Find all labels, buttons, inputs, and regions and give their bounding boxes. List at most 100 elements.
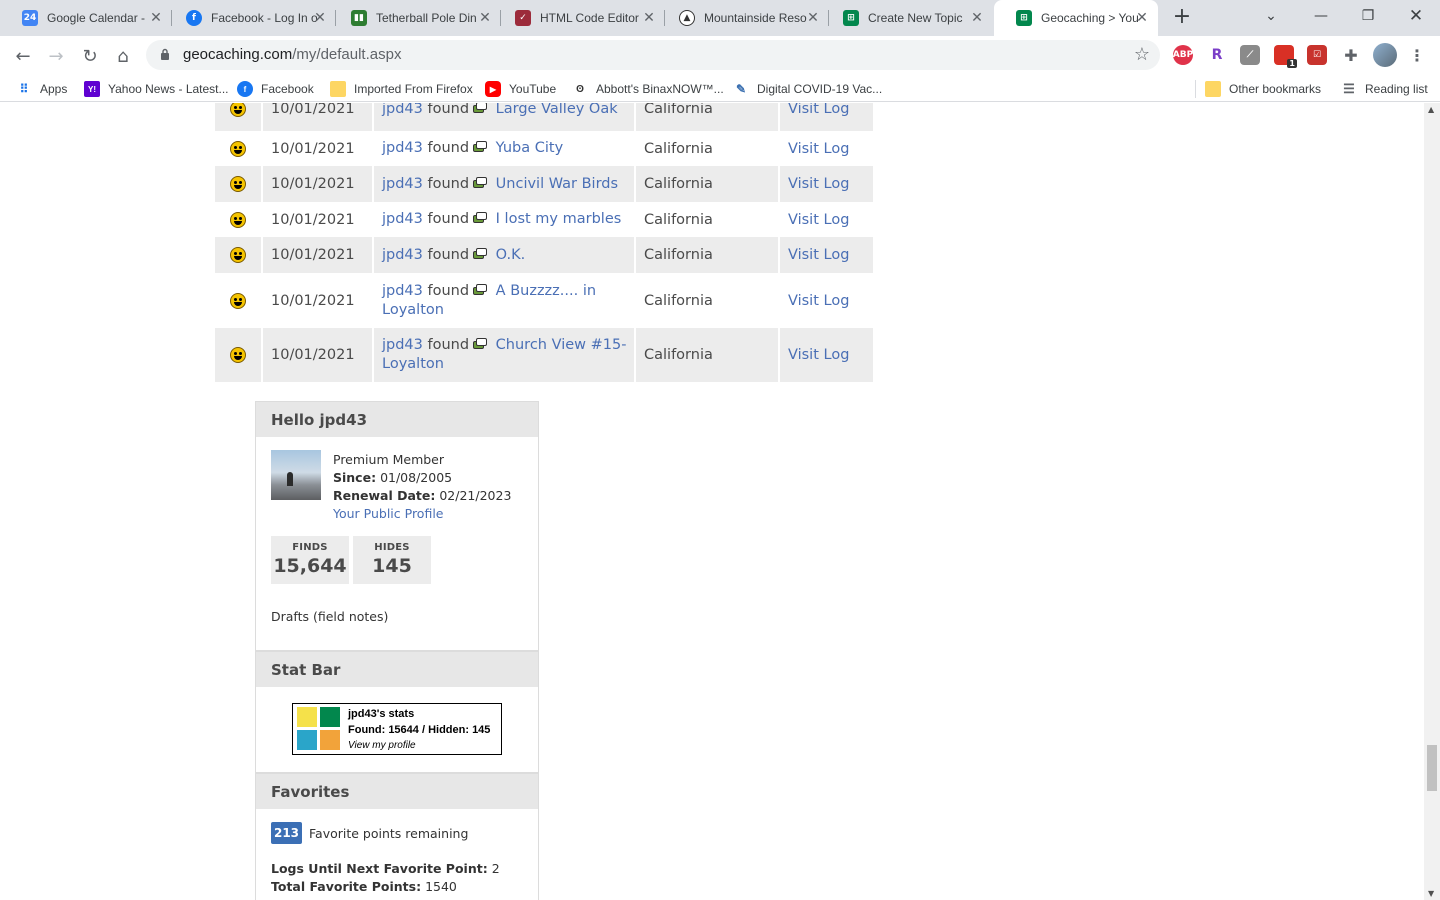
folder-icon bbox=[1205, 81, 1221, 97]
tab-facebook[interactable]: f Facebook - Log In o ✕ bbox=[164, 0, 336, 36]
visit-log-link[interactable]: Visit Log bbox=[788, 293, 849, 309]
geocaching-icon: ⊞ bbox=[1016, 10, 1032, 26]
public-profile-link[interactable]: Your Public Profile bbox=[333, 505, 511, 523]
log-date: 10/01/2021 bbox=[263, 237, 374, 273]
profile-panel: Hello jpd43 Premium Member Since: 01/08/… bbox=[255, 401, 539, 651]
close-icon[interactable]: ✕ bbox=[148, 10, 164, 26]
visit-log-link[interactable]: Visit Log bbox=[788, 347, 849, 363]
extensions-puzzle-icon[interactable]: ✚ bbox=[1341, 45, 1361, 65]
scroll-up-arrow[interactable]: ▲ bbox=[1428, 105, 1434, 114]
traditional-cache-icon bbox=[473, 338, 488, 350]
home-button[interactable]: ⌂ bbox=[109, 42, 137, 70]
user-link[interactable]: jpd43 bbox=[382, 211, 423, 227]
visit-log-link[interactable]: Visit Log bbox=[788, 212, 849, 228]
hides-count: 145 bbox=[372, 555, 412, 577]
visit-log-link[interactable]: Visit Log bbox=[788, 176, 849, 192]
bookmark-apps[interactable]: ⠿ Apps bbox=[16, 80, 68, 98]
stat-bar-view-profile: View my profile bbox=[348, 740, 416, 751]
menu-kebab-icon[interactable]: ⋮ bbox=[1407, 45, 1427, 65]
profile-avatar[interactable] bbox=[1373, 43, 1397, 67]
user-link[interactable]: jpd43 bbox=[382, 283, 423, 299]
membership-level: Premium Member bbox=[333, 452, 445, 467]
log-date: 10/01/2021 bbox=[263, 166, 374, 202]
bookmark-youtube[interactable]: ▶ YouTube bbox=[485, 80, 556, 98]
yahoo-icon: Y! bbox=[84, 81, 100, 97]
pdf-extension-icon[interactable]: ⟋ bbox=[1240, 45, 1260, 65]
cache-link[interactable]: I lost my marbles bbox=[496, 211, 622, 227]
tab-create-new-topic[interactable]: ⊞ Create New Topic ✕ bbox=[821, 0, 993, 36]
url-host: geocaching.com bbox=[183, 46, 293, 63]
bookmark-facebook[interactable]: f Facebook bbox=[237, 80, 314, 98]
minimize-button[interactable]: — bbox=[1298, 0, 1344, 32]
cache-link[interactable]: Uncivil War Birds bbox=[496, 176, 618, 192]
user-link[interactable]: jpd43 bbox=[382, 337, 423, 353]
log-row: 10/01/2021 jpd43 found Yuba City Californi… bbox=[215, 131, 873, 166]
close-icon[interactable]: ✕ bbox=[805, 10, 821, 26]
visit-log-link[interactable]: Visit Log bbox=[788, 103, 849, 117]
close-icon[interactable]: ✕ bbox=[641, 10, 657, 26]
membership-info: Premium Member Since: 01/08/2005 Renewal… bbox=[333, 451, 511, 523]
drafts-link[interactable]: Drafts (field notes) bbox=[271, 609, 388, 624]
back-button[interactable]: ← bbox=[9, 42, 37, 70]
bookmark-other[interactable]: Other bookmarks bbox=[1205, 80, 1321, 98]
log-row: 10/01/2021 jpd43 found Uncivil War Birds C… bbox=[215, 166, 873, 202]
cache-link[interactable]: O.K. bbox=[496, 247, 526, 263]
user-link[interactable]: jpd43 bbox=[382, 103, 423, 117]
scroll-down-arrow[interactable]: ▼ bbox=[1428, 889, 1434, 898]
close-icon[interactable]: ✕ bbox=[477, 10, 493, 26]
avatar[interactable] bbox=[271, 450, 321, 500]
bookmark-covid[interactable]: ✎ Digital COVID-19 Vac... bbox=[733, 80, 882, 98]
forward-button[interactable]: → bbox=[42, 42, 70, 70]
checklist-extension-icon[interactable]: ☑ bbox=[1307, 45, 1327, 65]
cache-link[interactable]: Large Valley Oak bbox=[496, 103, 618, 117]
avatar-figure bbox=[287, 472, 293, 486]
close-icon[interactable]: ✕ bbox=[312, 10, 328, 26]
cache-link[interactable]: Yuba City bbox=[496, 140, 564, 156]
reload-button[interactable]: ↻ bbox=[76, 42, 104, 70]
log-location: California bbox=[636, 328, 780, 382]
reading-list[interactable]: ☰ Reading list bbox=[1341, 80, 1428, 98]
scrollbar-thumb[interactable] bbox=[1427, 745, 1437, 791]
bookmark-star-icon[interactable]: ☆ bbox=[1134, 44, 1150, 65]
address-bar[interactable]: geocaching.com/my/default.aspx ☆ bbox=[146, 40, 1160, 70]
user-link[interactable]: jpd43 bbox=[382, 140, 423, 156]
new-tab-button[interactable]: + bbox=[1170, 6, 1194, 30]
tab-tetherball[interactable]: ▮▮ Tetherball Pole Din ✕ bbox=[329, 0, 501, 36]
google-calendar-icon: 24 bbox=[22, 10, 38, 26]
bookmark-label: YouTube bbox=[509, 82, 557, 96]
geocaching-logo-quadrant bbox=[297, 707, 317, 727]
next-favorite-value: 2 bbox=[491, 861, 500, 876]
favorite-points-remaining: Favorite points remaining bbox=[309, 826, 469, 841]
close-icon[interactable]: ✕ bbox=[1134, 10, 1150, 26]
geocaching-icon: ⊞ bbox=[843, 10, 859, 26]
visit-log-link[interactable]: Visit Log bbox=[788, 141, 849, 157]
visit-log-link[interactable]: Visit Log bbox=[788, 247, 849, 263]
vertical-scrollbar[interactable]: ▲ ▼ bbox=[1424, 103, 1440, 900]
adblock-icon[interactable]: ABP bbox=[1173, 45, 1193, 65]
tab-google-calendar[interactable]: 24 Google Calendar - ✕ bbox=[0, 0, 172, 36]
finds-label: FINDS bbox=[292, 542, 328, 553]
restore-button[interactable]: ❐ bbox=[1345, 0, 1391, 32]
bookmark-label: Other bookmarks bbox=[1229, 82, 1322, 96]
tab-html-editor[interactable]: ✓ HTML Code Editor ✕ bbox=[493, 0, 665, 36]
user-link[interactable]: jpd43 bbox=[382, 247, 423, 263]
log-date: 10/01/2021 bbox=[263, 103, 374, 131]
found-smiley-icon bbox=[230, 247, 246, 263]
log-row: 10/01/2021 jpd43 found A Buzzzz.... in Lo… bbox=[215, 273, 873, 328]
tab-search-button[interactable]: ⌄ bbox=[1248, 0, 1294, 32]
mail-extension-icon[interactable]: 1 bbox=[1274, 45, 1297, 68]
log-location: California bbox=[636, 273, 780, 328]
bookmark-imported-firefox[interactable]: Imported From Firefox bbox=[330, 80, 473, 98]
bookmark-abbott[interactable]: ʘ Abbott's BinaxNOW™... bbox=[572, 80, 724, 98]
r-extension-icon[interactable]: R bbox=[1207, 45, 1227, 65]
close-window-button[interactable]: ✕ bbox=[1393, 0, 1439, 32]
tab-geocaching-active[interactable]: ⊞ Geocaching > Your ✕ bbox=[994, 0, 1158, 36]
hides-stat[interactable]: HIDES 145 bbox=[353, 536, 431, 584]
finds-stat[interactable]: FINDS 15,644 bbox=[271, 536, 349, 584]
stat-bar-image[interactable]: jpd43's stats Found: 15644 / Hidden: 145… bbox=[292, 703, 502, 755]
bookmark-yahoo[interactable]: Y! Yahoo News - Latest... bbox=[84, 80, 229, 98]
user-link[interactable]: jpd43 bbox=[382, 176, 423, 192]
close-icon[interactable]: ✕ bbox=[969, 10, 985, 26]
tab-mountainside[interactable]: ▲ Mountainside Reso ✕ bbox=[657, 0, 829, 36]
facebook-icon: f bbox=[237, 81, 253, 97]
